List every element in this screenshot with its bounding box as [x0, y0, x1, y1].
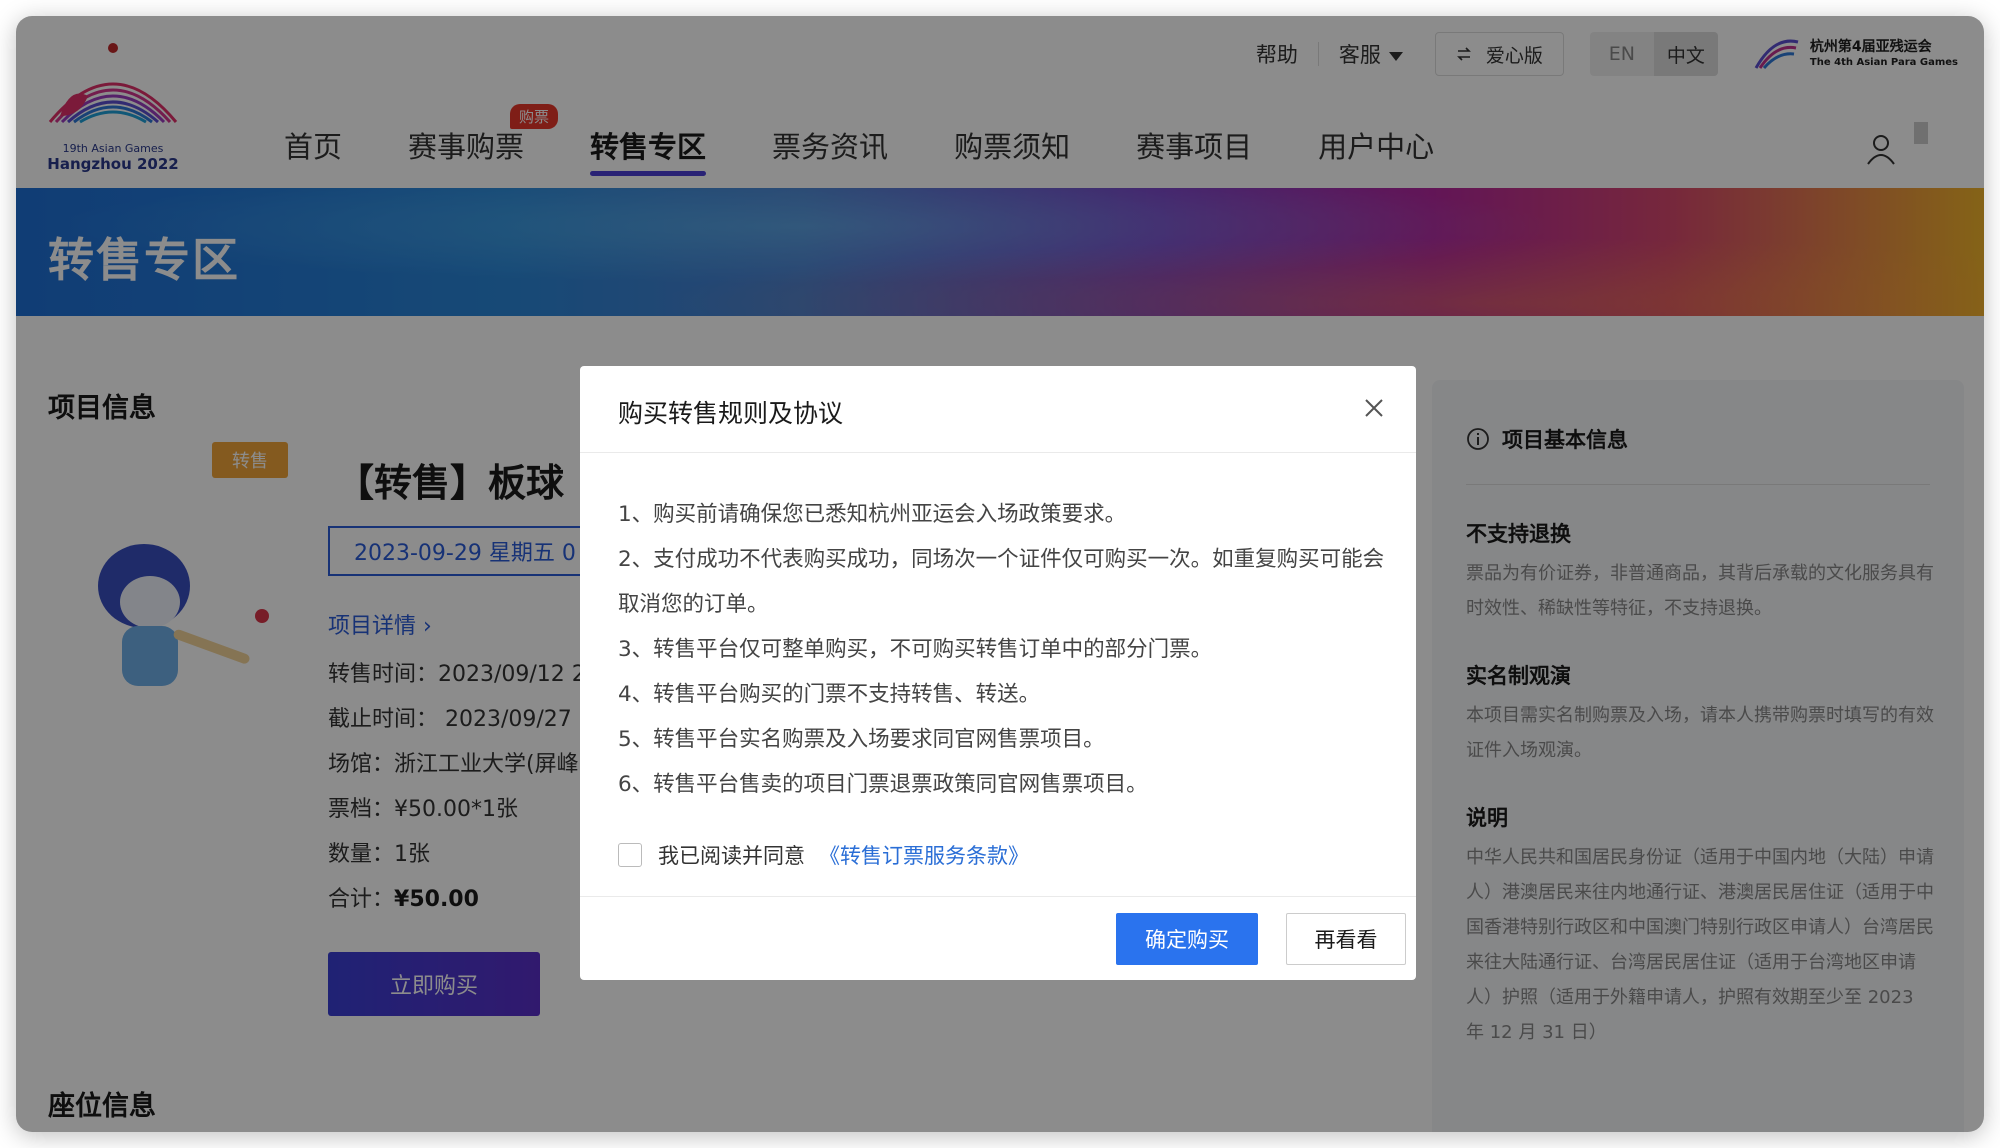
agree-label: 我已阅读并同意	[658, 844, 805, 868]
rule-item: 6、转售平台售卖的项目门票退票政策同官网售票项目。	[618, 772, 1148, 797]
dialog-title: 购买转售规则及协议	[618, 399, 844, 428]
terms-link[interactable]: 《转售订票服务条款》	[819, 840, 1029, 870]
rule-item: 2、支付成功不代表购买成功，同场次一个证件仅可购买一次。如重复购买可能会取消您的…	[618, 547, 1385, 617]
dialog-header: 购买转售规则及协议	[580, 366, 1416, 453]
dialog-footer: 确定购买 再看看	[580, 896, 1416, 980]
confirm-purchase-button[interactable]: 确定购买	[1116, 913, 1258, 965]
rule-item: 1、购买前请确保您已悉知杭州亚运会入场政策要求。	[618, 502, 1127, 527]
rule-item: 3、转售平台仅可整单购买，不可购买转售订单中的部分门票。	[618, 637, 1213, 662]
reconsider-button[interactable]: 再看看	[1286, 913, 1406, 965]
agreement-row: 我已阅读并同意 《转售订票服务条款》	[618, 840, 1029, 870]
rule-item: 5、转售平台实名购票及入场要求同官网售票项目。	[618, 727, 1105, 752]
rule-item: 4、转售平台购买的门票不支持转售、转送。	[618, 682, 1041, 707]
browser-window: 19th Asian Games Hangzhou 2022 帮助 客服 爱心版…	[16, 16, 1984, 1132]
close-icon[interactable]	[1360, 394, 1388, 422]
resale-agreement-dialog: 购买转售规则及协议 1、购买前请确保您已悉知杭州亚运会入场政策要求。 2、支付成…	[580, 366, 1416, 980]
agree-checkbox[interactable]	[618, 843, 642, 867]
dialog-body: 1、购买前请确保您已悉知杭州亚运会入场政策要求。 2、支付成功不代表购买成功，同…	[618, 492, 1388, 807]
